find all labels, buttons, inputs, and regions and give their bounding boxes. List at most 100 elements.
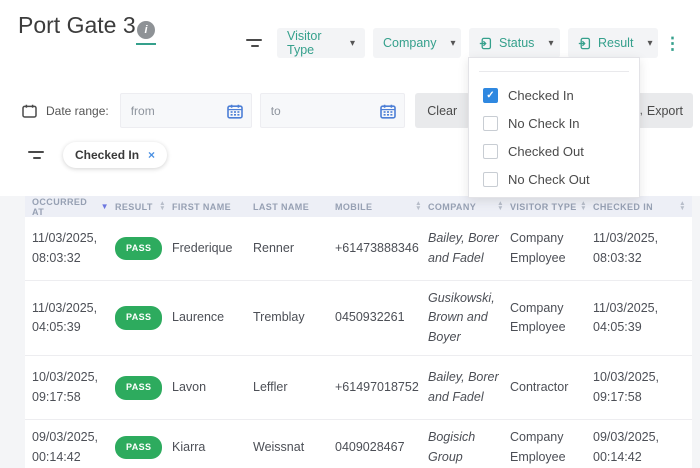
sort-desc-glyph: ▼ [415, 207, 422, 212]
table-row[interactable]: 11/03/2025, 04:05:39PASSLaurenceTremblay… [25, 281, 692, 356]
chevron-down-icon: ▾ [639, 38, 652, 49]
column-header[interactable]: CHECKED IN ▲▼ [593, 202, 692, 212]
cell-checked-in: 10/03/2025, 09:17:58 [593, 360, 692, 415]
sort-desc-icon[interactable]: ▼ [101, 202, 109, 211]
filter-applied-icon [479, 37, 492, 50]
cell-mobile: +61473888346 [335, 231, 428, 266]
kebab-menu-icon[interactable]: ⋮ [664, 35, 681, 52]
result-filter[interactable]: Result ▾ [568, 28, 658, 58]
status-option[interactable]: No Check Out [483, 165, 639, 193]
cell-first-name: Laurence [172, 300, 253, 335]
sort-toggle-icon[interactable]: ▲▼ [497, 202, 504, 211]
column-header[interactable]: RESULT▲▼ [115, 202, 172, 212]
column-header[interactable]: COMPANY ▲▼ [428, 202, 510, 212]
cell-checked-in: 11/03/2025, 04:05:39 [593, 291, 692, 346]
result-filter-label: Result [598, 36, 633, 50]
cell-last-name: Leffler [253, 370, 335, 405]
cell-result: PASS [115, 368, 172, 408]
cell-result: PASS [115, 428, 172, 468]
sort-toggle-icon[interactable]: ▲▼ [159, 202, 166, 211]
cell-first-name: Kiarra [172, 430, 253, 465]
result-badge: PASS [115, 306, 162, 330]
status-option[interactable]: No Check In [483, 109, 639, 137]
result-badge: PASS [115, 436, 162, 460]
result-badge: PASS [115, 376, 162, 400]
info-icon[interactable]: i [137, 21, 155, 39]
table-body: 11/03/2025, 08:03:32 PASS FrederiqueRenner… [25, 217, 692, 468]
cell-visitor-type: Company Employee [510, 291, 593, 346]
column-header[interactable]: OCCURRED AT ▼ [25, 197, 115, 217]
chevron-down-icon: ▾ [342, 38, 355, 49]
column-header[interactable]: MOBILE▲▼ [335, 202, 428, 212]
column-header[interactable]: VISITOR TYPE▲▼ [510, 202, 593, 212]
close-icon[interactable]: × [148, 149, 155, 161]
calendar-icon[interactable] [380, 104, 396, 124]
cell-occurred-at: 11/03/2025, 04:05:39 [25, 291, 115, 346]
column-header[interactable]: LAST NAME [253, 202, 335, 212]
visitor-table: OCCURRED AT▼RESULT▲▼FIRST NAMELAST NAMEM… [25, 196, 692, 468]
active-filters-row: Checked In × [28, 142, 167, 168]
column-header-label: LAST NAME [253, 202, 309, 212]
status-option[interactable]: Checked Out [483, 137, 639, 165]
status-filter[interactable]: Status ▾ [469, 28, 560, 58]
cell-occurred-at: 09/03/2025, 00:14:42 [25, 420, 115, 468]
active-filter-label: Checked In [75, 148, 139, 162]
date-from-wrap [120, 93, 252, 128]
calendar-icon[interactable] [227, 104, 243, 124]
cell-visitor-type: Company Employee [510, 420, 593, 468]
company-filter-label: Company [383, 36, 437, 50]
table-row[interactable]: 11/03/2025, 08:03:32PASSFrederiqueRenner… [25, 217, 692, 281]
visitor-type-filter[interactable]: Visitor Type ▾ [277, 28, 365, 58]
date-range-label: Date range: [46, 104, 109, 118]
cell-occurred-at: 11/03/2025, 08:03:32 [25, 221, 115, 276]
cell-last-name: Renner [253, 231, 335, 266]
checkbox-checked-icon[interactable]: ✓ [483, 88, 498, 103]
status-option-list: ✓Checked InNo Check InChecked Out No Chec… [469, 72, 639, 193]
status-option-label: No Check Out [508, 172, 590, 187]
cell-company: Gusikowski, Brown and Boyer [428, 281, 510, 355]
sort-toggle-icon[interactable]: ▲▼ [415, 202, 422, 211]
cell-visitor-type: Company Employee [510, 221, 593, 276]
column-header-label: OCCURRED AT [32, 197, 95, 217]
cell-first-name: Frederique [172, 231, 253, 266]
cell-last-name: Weissnat [253, 430, 335, 465]
table-row[interactable]: 09/03/2025, 00:14:42PASSKiarraWeissnat04… [25, 420, 692, 468]
active-filter-chip[interactable]: Checked In × [63, 142, 167, 168]
column-header-label: COMPANY [428, 202, 476, 212]
info-glyph: i [144, 24, 147, 36]
calendar-outline-icon [22, 104, 37, 118]
checkbox-icon[interactable] [483, 116, 498, 131]
cell-company: Bailey, Borer and Fadel [428, 221, 510, 276]
table-row[interactable]: 10/03/2025, 09:17:58PASSLavonLeffler+614… [25, 356, 692, 420]
table-zone: OCCURRED AT▼RESULT▲▼FIRST NAMELAST NAMEM… [0, 196, 700, 468]
cell-result: PASS [115, 298, 172, 338]
checkbox-icon[interactable] [483, 144, 498, 159]
cell-visitor-type: Contractor [510, 370, 593, 405]
cell-company: Bogisich Group [428, 420, 510, 468]
cell-mobile: +61497018752 [335, 370, 428, 405]
sort-toggle-icon[interactable]: ▲▼ [580, 202, 587, 211]
filter-applied-icon [578, 37, 591, 50]
column-header-label: CHECKED IN [593, 202, 653, 212]
status-dropdown-panel: ✓Checked InNo Check InChecked Out No Chec… [468, 57, 640, 198]
cell-last-name: Tremblay [253, 300, 335, 335]
checkbox-icon[interactable] [483, 172, 498, 187]
filter-lines-icon[interactable] [246, 39, 263, 47]
sort-desc-glyph: ▼ [159, 207, 166, 212]
export-icon: , [640, 105, 643, 117]
column-header[interactable]: FIRST NAME [172, 202, 253, 212]
info-underline [136, 43, 156, 45]
cell-occurred-at: 10/03/2025, 09:17:58 [25, 360, 115, 415]
table-header-row: OCCURRED AT▼RESULT▲▼FIRST NAMELAST NAMEM… [25, 196, 692, 217]
visitor-type-filter-label: Visitor Type [287, 29, 336, 57]
cell-first-name: Lavon [172, 370, 253, 405]
date-to-wrap [260, 93, 405, 128]
column-header-label: VISITOR TYPE [510, 202, 577, 212]
sort-toggle-icon[interactable]: ▲▼ [679, 202, 686, 211]
company-filter[interactable]: Company ▾ [373, 28, 461, 58]
cell-checked-in: 09/03/2025, 00:14:42 [593, 420, 692, 468]
clear-button[interactable]: Clear [415, 93, 470, 128]
export-button-label: Export [647, 104, 683, 118]
status-option[interactable]: ✓Checked In [483, 81, 639, 109]
filter-lines-icon [28, 151, 45, 159]
